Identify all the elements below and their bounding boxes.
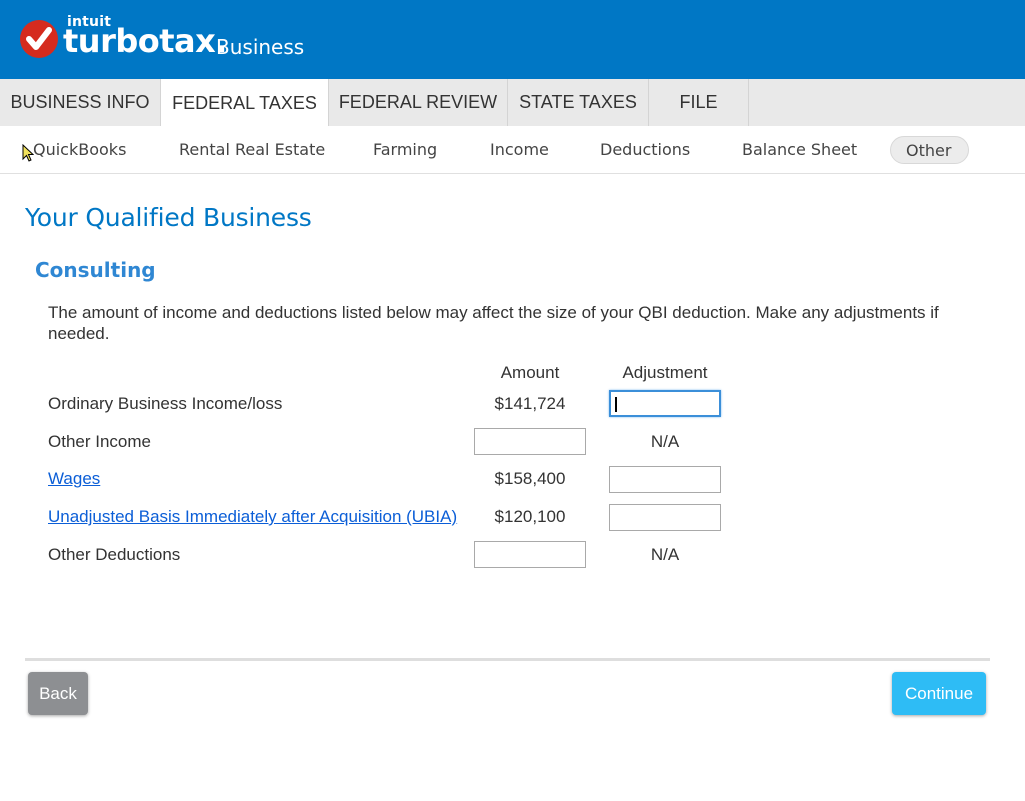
- row-label-ordinary-income: Ordinary Business Income/loss: [48, 394, 283, 413]
- adjustment-input-ubia[interactable]: [609, 504, 721, 531]
- main-navigation: BUSINESS INFO FEDERAL TAXES FEDERAL REVI…: [0, 79, 1025, 127]
- row-label-other-income: Other Income: [48, 432, 151, 451]
- adjustment-na-other-deductions: N/A: [650, 545, 680, 564]
- subtab-income[interactable]: Income: [490, 136, 549, 164]
- business-name-heading: Consulting: [35, 258, 156, 282]
- amount-column-header: Amount: [500, 363, 560, 382]
- adjustment-input-wages[interactable]: [609, 466, 721, 493]
- adjustment-na-other-income: N/A: [650, 432, 680, 451]
- tab-state-taxes[interactable]: STATE TAXES: [508, 79, 649, 126]
- amount-wages: $158,400: [494, 469, 566, 488]
- mouse-cursor-icon: [22, 144, 34, 162]
- tab-file[interactable]: FILE: [649, 79, 749, 126]
- text-caret: [615, 397, 617, 412]
- edition-label: Business: [216, 35, 305, 59]
- row-label-other-deductions: Other Deductions: [48, 545, 181, 564]
- amount-ubia: $120,100: [494, 507, 566, 526]
- tab-federal-taxes[interactable]: FEDERAL TAXES: [160, 79, 329, 127]
- subtab-rental-real-estate[interactable]: Rental Real Estate: [179, 136, 325, 164]
- amount-input-other-income[interactable]: [474, 428, 586, 455]
- subtab-farming[interactable]: Farming: [373, 136, 437, 164]
- turbotax-check-logo-icon: [20, 20, 58, 58]
- sub-navigation: QuickBooks Rental Real Estate Farming In…: [0, 126, 1025, 174]
- app-header: intuit turbotax. Business: [0, 0, 1025, 79]
- wages-link[interactable]: Wages: [48, 469, 100, 489]
- amount-ordinary-income: $141,724: [494, 394, 566, 413]
- continue-button[interactable]: Continue: [892, 672, 986, 715]
- page-title: Your Qualified Business: [25, 203, 312, 232]
- subtab-other[interactable]: Other: [890, 136, 969, 164]
- intro-text: The amount of income and deductions list…: [48, 303, 939, 343]
- back-button[interactable]: Back: [28, 672, 88, 715]
- subtab-deductions[interactable]: Deductions: [600, 136, 690, 164]
- turbotax-wordmark: turbotax.: [63, 22, 227, 60]
- tab-federal-review[interactable]: FEDERAL REVIEW: [329, 79, 508, 126]
- ubia-link[interactable]: Unadjusted Basis Immediately after Acqui…: [48, 507, 457, 527]
- subtab-quickbooks[interactable]: QuickBooks: [33, 136, 126, 164]
- adjustment-column-header: Adjustment: [622, 363, 708, 382]
- tab-business-info[interactable]: BUSINESS INFO: [0, 79, 161, 126]
- footer-divider: [25, 658, 990, 661]
- amount-input-other-deductions[interactable]: [474, 541, 586, 568]
- adjustment-input-ordinary-income[interactable]: [609, 390, 721, 417]
- subtab-balance-sheet[interactable]: Balance Sheet: [742, 136, 857, 164]
